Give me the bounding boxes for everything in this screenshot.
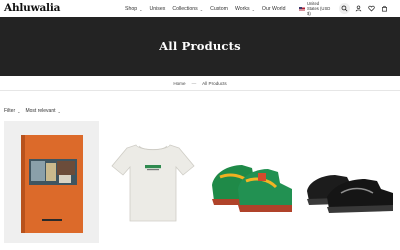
green-sneakers-image [212, 165, 292, 212]
us-flag-icon [299, 7, 305, 11]
account-button[interactable] [353, 3, 364, 14]
main-nav: Shop ⌄ Unisex Collections ⌄ Custom Works… [125, 6, 292, 12]
nav-label: Shop [125, 6, 138, 12]
wishlist-button[interactable] [366, 3, 377, 14]
page-title: All Products [159, 39, 241, 53]
breadcrumb-current: All Products [202, 80, 227, 86]
heart-icon [368, 5, 375, 12]
product-grid [4, 121, 396, 246]
white-tshirt-image [111, 144, 195, 222]
nav-item-works[interactable]: Works ⌄ [235, 6, 255, 12]
cart-button[interactable] [379, 3, 390, 14]
chevron-down-icon: ⌄ [251, 6, 255, 12]
filter-label: Filter [4, 108, 16, 114]
breadcrumb-home-link[interactable]: Home [173, 81, 185, 86]
breadcrumb-separator: — [191, 80, 197, 86]
nav-item-shop[interactable]: Shop ⌄ [125, 6, 142, 12]
product-card-black-sneakers[interactable] [301, 121, 396, 243]
product-card-book[interactable] [4, 121, 99, 243]
nav-label: Our World [261, 6, 286, 12]
sort-label: Most relevant [25, 108, 56, 114]
search-icon [341, 5, 348, 12]
nav-label: Works [234, 6, 250, 12]
product-card-green-sneakers[interactable] [202, 121, 297, 243]
breadcrumb: Home — All Products [0, 76, 400, 91]
hero-banner: All Products [0, 17, 400, 76]
site-header: Ahluwalia Shop ⌄ Unisex Collections ⌄ Cu… [0, 0, 400, 17]
site-logo[interactable]: Ahluwalia [4, 2, 60, 14]
chevron-down-icon: ⌄ [199, 6, 204, 12]
nav-label: Unisex [149, 6, 166, 12]
nav-item-collections[interactable]: Collections ⌄ [172, 6, 203, 12]
sort-dropdown[interactable]: Most relevant ⌄ [25, 108, 60, 114]
chevron-down-icon: ⌄ [57, 108, 61, 114]
filter-dropdown[interactable]: Filter ⌄ [4, 108, 20, 114]
cart-icon [382, 5, 387, 12]
currency-selector[interactable]: United States (USD $) [299, 1, 333, 17]
product-card-tshirt[interactable] [103, 121, 198, 243]
nav-item-unisex[interactable]: Unisex [149, 6, 165, 12]
nav-item-our-world[interactable]: Our World [262, 6, 286, 12]
search-button[interactable] [339, 3, 350, 14]
account-icon [355, 5, 362, 12]
nav-label: Collections [172, 6, 198, 12]
nav-label: Custom [210, 6, 228, 12]
filter-bar: Filter ⌄ Most relevant ⌄ [4, 108, 66, 114]
currency-label: United States (USD $) [307, 1, 331, 17]
chevron-down-icon: ⌄ [17, 108, 21, 114]
black-sneakers-image [307, 175, 393, 213]
chevron-down-icon: ⌄ [139, 6, 143, 12]
nav-item-custom[interactable]: Custom [210, 6, 228, 12]
orange-book-image [21, 135, 83, 233]
